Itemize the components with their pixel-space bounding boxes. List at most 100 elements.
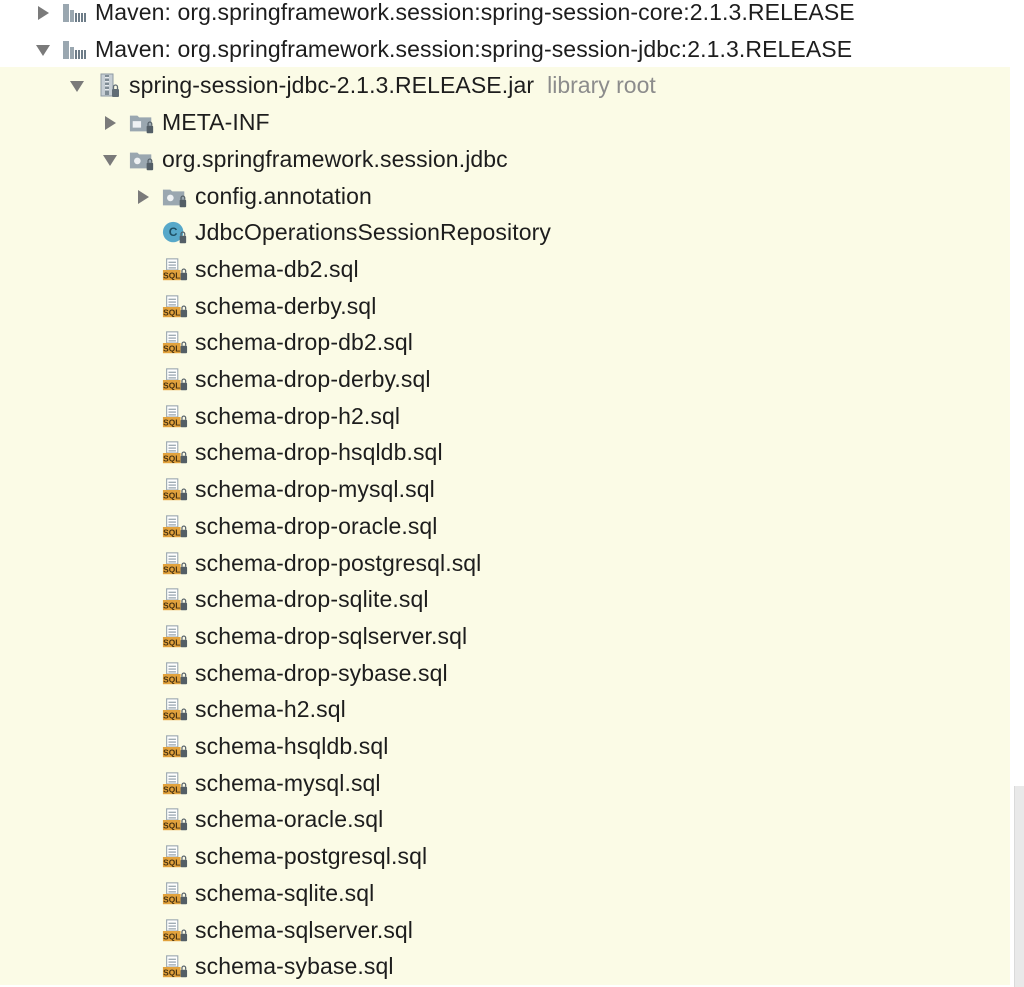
tree-row[interactable]: SQL schema-drop-db2.sql [0, 324, 1010, 361]
project-tree: Maven: org.springframework.session:sprin… [0, 0, 1010, 987]
collapse-arrow-icon[interactable] [32, 2, 54, 24]
tree-row-label: schema-h2.sql [195, 696, 346, 722]
tree-row[interactable]: SQL schema-drop-sybase.sql [0, 655, 1010, 692]
tree-row[interactable]: SQL schema-drop-derby.sql [0, 361, 1010, 398]
tree-row-label: schema-drop-postgresql.sql [195, 550, 482, 576]
tree-row-label: schema-oracle.sql [195, 806, 384, 832]
tree-row[interactable]: SQL schema-drop-sqlserver.sql [0, 618, 1010, 655]
tree-row-label: schema-sqlite.sql [195, 880, 375, 906]
tree-row[interactable]: SQL schema-drop-h2.sql [0, 398, 1010, 435]
sql-file-icon: SQL [162, 954, 188, 980]
tree-row[interactable]: SQL schema-sybase.sql [0, 948, 1010, 985]
tree-row[interactable]: SQL schema-drop-postgresql.sql [0, 545, 1010, 582]
tree-row[interactable]: SQL schema-derby.sql [0, 288, 1010, 325]
svg-text:SQL: SQL [163, 527, 180, 537]
sql-file-icon: SQL [162, 294, 188, 320]
sql-file-icon: SQL [162, 881, 188, 907]
sql-file-icon: SQL [162, 404, 188, 430]
expand-arrow-icon[interactable] [66, 75, 88, 97]
sql-file-icon: SQL [162, 697, 188, 723]
svg-text:SQL: SQL [163, 894, 180, 904]
sql-file-icon: SQL [162, 587, 188, 613]
sql-file-icon: SQL [162, 257, 188, 283]
tree-row[interactable]: C JdbcOperationsSessionRepository [0, 214, 1010, 251]
sql-file-icon: SQL [162, 440, 188, 466]
tree-row[interactable]: SQL schema-h2.sql [0, 691, 1010, 728]
tree-row-label: schema-derby.sql [195, 293, 377, 319]
tree-row-label: schema-drop-oracle.sql [195, 513, 438, 539]
collapse-arrow-icon[interactable] [99, 112, 121, 134]
package-icon [162, 184, 188, 210]
tree-row[interactable]: SQL schema-postgresql.sql [0, 838, 1010, 875]
tree-row[interactable]: SQL schema-mysql.sql [0, 765, 1010, 802]
svg-text:SQL: SQL [163, 710, 180, 720]
jar-icon [96, 73, 122, 99]
svg-text:SQL: SQL [163, 600, 180, 610]
tree-row[interactable]: SQL schema-drop-oracle.sql [0, 508, 1010, 545]
svg-text:SQL: SQL [163, 967, 180, 977]
svg-text:SQL: SQL [163, 380, 180, 390]
package-icon [129, 147, 155, 173]
svg-text:SQL: SQL [163, 857, 180, 867]
tree-row[interactable]: SQL schema-hsqldb.sql [0, 728, 1010, 765]
tree-row-label: config.annotation [195, 183, 372, 209]
tree-row[interactable]: SQL schema-sqlite.sql [0, 875, 1010, 912]
tree-row-label: META-INF [162, 109, 270, 135]
tree-row-label: JdbcOperationsSessionRepository [195, 219, 551, 245]
tree-row-label: schema-drop-mysql.sql [195, 476, 435, 502]
svg-text:SQL: SQL [163, 490, 180, 500]
tree-row[interactable]: SQL schema-sqlserver.sql [0, 912, 1010, 949]
sql-file-icon: SQL [162, 330, 188, 356]
tree-row-label: org.springframework.session.jdbc [162, 146, 508, 172]
svg-text:SQL: SQL [163, 307, 180, 317]
expand-arrow-icon[interactable] [99, 149, 121, 171]
sql-file-icon: SQL [162, 661, 188, 687]
tree-row-label: schema-db2.sql [195, 256, 359, 282]
collapse-arrow-icon[interactable] [132, 186, 154, 208]
svg-text:SQL: SQL [163, 674, 180, 684]
tree-row-label: schema-postgresql.sql [195, 843, 428, 869]
svg-text:SQL: SQL [163, 270, 180, 280]
tree-row-label: schema-drop-hsqldb.sql [195, 439, 443, 465]
svg-text:SQL: SQL [163, 784, 180, 794]
sql-file-icon: SQL [162, 918, 188, 944]
svg-text:SQL: SQL [163, 343, 180, 353]
sql-file-icon: SQL [162, 477, 188, 503]
folder-icon [129, 110, 155, 136]
tree-row[interactable]: Maven: org.springframework.session:sprin… [0, 0, 1010, 31]
svg-text:SQL: SQL [163, 453, 180, 463]
tree-row-label: schema-hsqldb.sql [195, 733, 389, 759]
tree-row-label: schema-drop-sqlite.sql [195, 586, 429, 612]
tree-row[interactable]: SQL schema-oracle.sql [0, 801, 1010, 838]
tree-row[interactable]: Maven: org.springframework.session:sprin… [0, 31, 1010, 68]
tree-row[interactable]: SQL schema-drop-sqlite.sql [0, 581, 1010, 618]
maven-library-icon [62, 0, 88, 26]
tree-row-label: schema-drop-derby.sql [195, 366, 431, 392]
tree-row[interactable]: SQL schema-db2.sql [0, 251, 1010, 288]
svg-text:SQL: SQL [163, 931, 180, 941]
tree-row[interactable]: SQL schema-drop-hsqldb.sql [0, 434, 1010, 471]
tree-row-label: Maven: org.springframework.session:sprin… [95, 36, 853, 62]
tree-row[interactable]: config.annotation [0, 178, 1010, 215]
library-root-hint: library root [547, 72, 656, 98]
svg-text:C: C [169, 225, 178, 239]
tree-row-label: schema-drop-sqlserver.sql [195, 623, 468, 649]
tree-row[interactable]: SQL schema-drop-mysql.sql [0, 471, 1010, 508]
tree-row[interactable]: META-INF [0, 104, 1010, 141]
tree-row-label: schema-sybase.sql [195, 953, 394, 979]
sql-file-icon: SQL [162, 514, 188, 540]
expand-arrow-icon[interactable] [32, 39, 54, 61]
sql-file-icon: SQL [162, 734, 188, 760]
tree-row[interactable]: org.springframework.session.jdbc [0, 141, 1010, 178]
sql-file-icon: SQL [162, 807, 188, 833]
class-icon: C [162, 220, 188, 246]
tree-row-label: schema-sqlserver.sql [195, 917, 414, 943]
tree-row-label: Maven: org.springframework.session:sprin… [95, 0, 855, 25]
tree-row[interactable]: spring-session-jdbc-2.1.3.RELEASE.jar lib… [0, 67, 1010, 104]
svg-text:SQL: SQL [163, 747, 180, 757]
tree-row-label: schema-drop-h2.sql [195, 403, 401, 429]
svg-text:SQL: SQL [163, 820, 180, 830]
tree-row-label: spring-session-jdbc-2.1.3.RELEASE.jar [129, 72, 535, 98]
svg-text:SQL: SQL [163, 417, 180, 427]
vertical-scrollbar[interactable] [1014, 786, 1024, 987]
